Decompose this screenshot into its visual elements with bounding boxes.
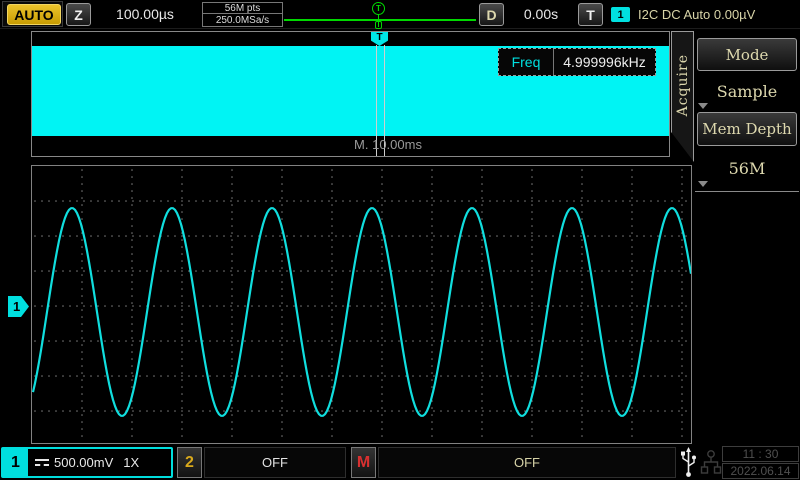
dropdown-arrow-icon [698,181,708,187]
soft-menu-sidebar: Mode Sample Mem Depth 56M [695,31,800,445]
delay-button[interactable]: D [479,3,504,26]
channel1-probe-readout: 1X [123,455,139,470]
dropdown-arrow-icon [698,103,708,109]
usb-icon [678,446,699,480]
freq-value: 4.999996kHz [554,49,655,75]
memory-points-readout: 56M pts [203,3,282,14]
trigger-button[interactable]: T [578,3,603,26]
oscilloscope-screen: AUTO Z 100.00µs 56M pts 250.0MSa/s T D 0… [0,0,800,480]
menu-value-mem-depth[interactable]: 56M [695,146,799,192]
menu-value-mode[interactable]: Sample [695,71,799,112]
trigger-point-flag[interactable]: T [371,32,388,46]
channel1-scale-readout: 500.00mV [54,455,113,470]
sample-rate-readout: 250.0MSa/s [203,14,282,26]
auto-button[interactable]: AUTO [7,4,61,25]
math-badge[interactable]: M [351,447,376,478]
trigger-delay-readout: 0.00s [506,0,576,28]
clock-time: 11 : 30 [722,446,799,462]
freq-label: Freq [499,49,554,75]
trigger-source-badge: 1 [611,7,630,22]
bottom-channel-bar: 1 500.00mV 1X 2 OFF M OFF 11 : 30 2022. [0,446,800,480]
waveform-graticule [31,165,692,444]
zoom-timebase-readout: 100.00µs [95,0,195,28]
channel2-badge[interactable]: 2 [177,447,202,478]
zoom-overview-band: T M. 10.00ms Freq 4.999996kHz [31,31,670,157]
acquire-tab-label: Acquire [675,54,691,116]
zoom-mode-button[interactable]: Z [66,3,91,26]
channel2-status[interactable]: OFF [204,447,346,478]
channel1-ground-marker[interactable]: 1 [8,296,29,317]
lan-icon [700,448,722,478]
menu-item-mem-depth[interactable]: Mem Depth [697,112,797,146]
dc-coupling-icon [35,459,49,466]
math-status[interactable]: OFF [378,447,676,478]
main-timebase-readout: M. 10.00ms [328,137,448,152]
menu-item-mode[interactable]: Mode [697,38,797,71]
memory-depth-samplerate-box: 56M pts 250.0MSa/s [202,2,283,27]
clock-date: 2022.06.14 [722,463,799,479]
channel1-status-box[interactable]: 1 500.00mV 1X [1,447,173,478]
trigger-info-readout: I2C DC Auto 0.00µV [638,0,798,28]
zoom-window-position-box [375,21,382,29]
sine-waveform [32,166,691,443]
channel1-badge: 1 [3,449,28,476]
top-status-bar: AUTO Z 100.00µs 56M pts 250.0MSa/s T D 0… [0,0,800,29]
tab-acquire[interactable]: Acquire [671,31,694,162]
frequency-counter-box: Freq 4.999996kHz [498,48,656,76]
